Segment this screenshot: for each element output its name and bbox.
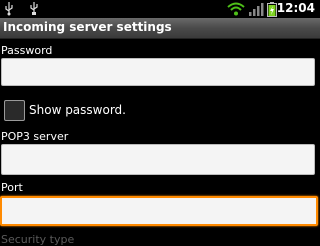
battery-charging-icon: [267, 2, 277, 17]
port-field-box: [0, 196, 318, 226]
password-field[interactable]: [2, 59, 314, 85]
password-label: Password: [1, 44, 53, 57]
signal-icon: [249, 3, 264, 16]
page-title: Incoming server settings: [3, 20, 172, 34]
usb-icon: [5, 2, 13, 16]
title-bar: Incoming server settings: [0, 18, 320, 39]
status-bar: 12:04: [0, 0, 320, 18]
usb-debug-icon: [30, 2, 38, 15]
wifi-icon: [227, 2, 245, 16]
pop3-server-field-box: [1, 144, 315, 175]
clock: 12:04: [276, 1, 315, 15]
pop3-server-field[interactable]: [2, 145, 314, 174]
port-field[interactable]: [2, 198, 316, 224]
settings-form: Password Show password. POP3 server Port…: [0, 39, 320, 246]
port-label: Port: [1, 181, 23, 194]
password-field-box: [1, 58, 315, 86]
show-password-checkbox[interactable]: [4, 100, 25, 121]
show-password-label[interactable]: Show password.: [29, 103, 126, 117]
pop3-server-label: POP3 server: [1, 130, 69, 143]
